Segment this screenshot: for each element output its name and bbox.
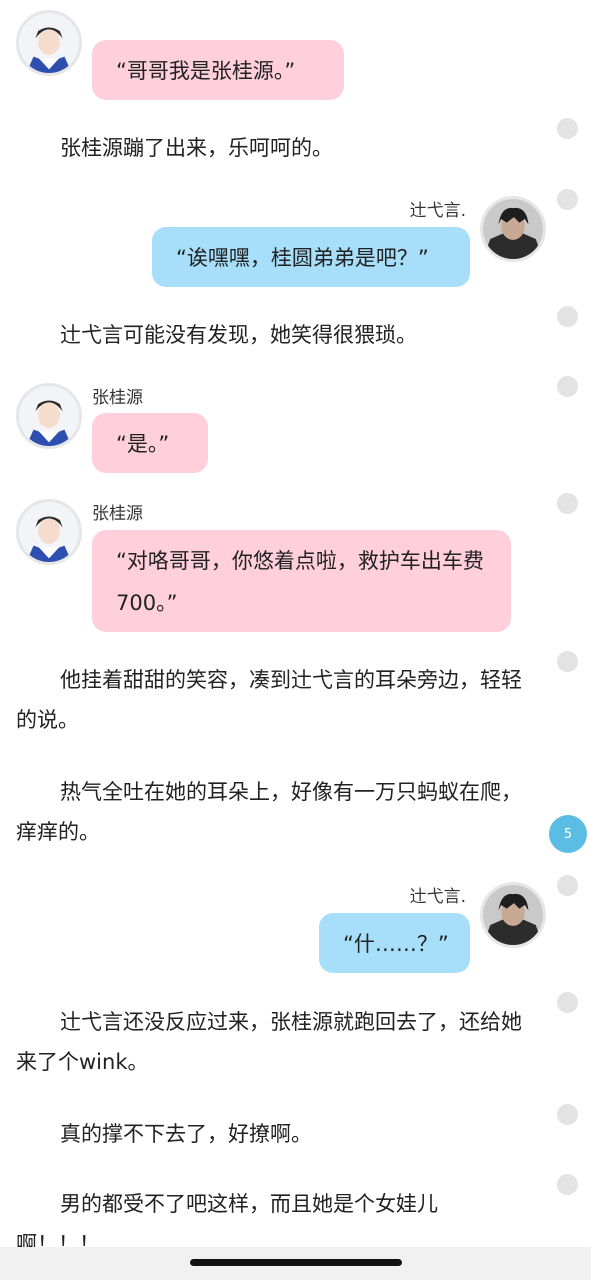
comment-dot-icon[interactable] [557,118,578,139]
message-bubble: “诶嘿嘿，桂圆弟弟是吧？” [152,227,470,287]
comment-dot-icon[interactable] [557,992,578,1013]
avatar-photo-icon [19,502,79,562]
speaker-name: 张桂源 [92,504,143,524]
comment-dot-icon[interactable] [557,1174,578,1195]
message-text: “对咯哥哥，你悠着点啦，救护车出车费700。” [116,549,484,615]
comment-dot-icon[interactable] [557,1104,578,1125]
avatar-photo-icon [483,199,543,259]
comment-count-badge[interactable]: 5 [549,815,587,853]
comment-dot-icon[interactable] [557,189,578,210]
paragraph: 他挂着甜甜的笑容，凑到辻弋言的耳朵旁边，轻轻的说。 [16,668,522,732]
avatar-photo-icon [19,386,79,446]
paragraph: 辻弋言可能没有发现，她笑得很猥琐。 [60,323,417,347]
message-text: “什……？” [343,932,449,956]
avatar-zhangguiyuan[interactable] [16,499,82,565]
avatar-yiyan[interactable] [480,882,546,948]
speaker-name: 辻弋言. [409,887,466,907]
avatar-zhangguiyuan[interactable] [16,383,82,449]
paragraph: 辻弋言还没反应过来，张桂源就跑回去了，还给她来了个wink。 [16,1010,522,1074]
paragraph: 热气全吐在她的耳朵上，好像有一万只蚂蚁在爬，痒痒的。 [16,780,522,844]
message-bubble: “什……？” [319,913,470,973]
speaker-name: 辻弋言. [409,201,466,221]
comment-dot-icon[interactable] [557,493,578,514]
paragraph: 真的撑不下去了，好撩啊。 [60,1122,312,1146]
message-text: “是。” [116,432,170,456]
paragraph: 张桂源蹦了出来，乐呵呵的。 [60,136,333,160]
message-text: “哥哥我是张桂源。” [116,59,296,83]
comment-dot-icon[interactable] [557,306,578,327]
avatar-yiyan[interactable] [480,196,546,262]
avatar-photo-icon [483,885,543,945]
avatar-zhangguiyuan[interactable] [16,10,82,76]
message-text: “诶嘿嘿，桂圆弟弟是吧？” [176,246,429,270]
comment-dot-icon[interactable] [557,376,578,397]
message-bubble: “哥哥我是张桂源。” [92,40,344,100]
message-bubble: “对咯哥哥，你悠着点啦，救护车出车费700。” [92,530,511,632]
speaker-name: 张桂源 [92,388,143,408]
avatar-photo-icon [19,13,79,73]
comment-dot-icon[interactable] [557,875,578,896]
message-bubble: “是。” [92,413,208,473]
home-indicator[interactable] [190,1259,402,1266]
comment-dot-icon[interactable] [557,651,578,672]
